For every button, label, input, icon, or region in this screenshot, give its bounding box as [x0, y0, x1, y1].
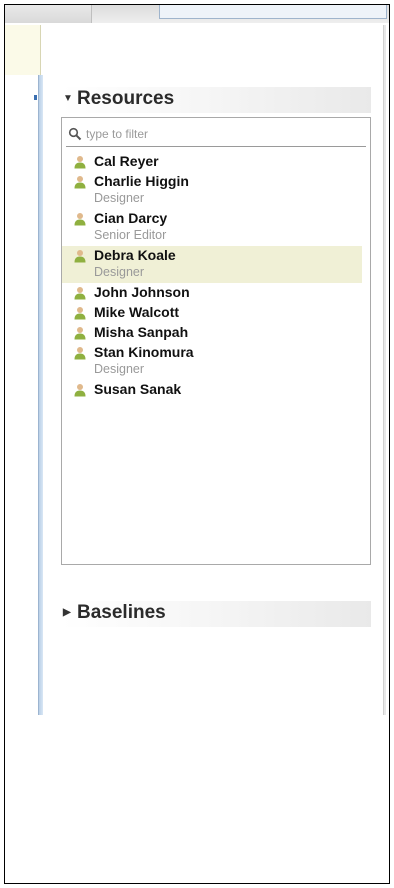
- resource-name: Susan Sanak: [94, 381, 182, 397]
- resource-role: Designer: [94, 362, 145, 376]
- baselines-title: Baselines: [77, 602, 166, 624]
- resource-item[interactable]: Susan Sanak: [62, 380, 370, 400]
- top-field[interactable]: [159, 5, 387, 19]
- person-icon: [74, 287, 86, 300]
- filter-box: [66, 124, 366, 147]
- panel-scrollbar[interactable]: [383, 25, 386, 715]
- resources-list-box: Cal Reyer Charlie Higgin Designer Cian Darc…: [61, 117, 371, 565]
- resources-section-header[interactable]: ▼ Resources: [61, 87, 371, 113]
- person-icon: [74, 176, 86, 189]
- resource-role: Designer: [94, 265, 145, 279]
- resource-item[interactable]: Cal Reyer: [62, 152, 370, 172]
- search-icon: [68, 127, 82, 141]
- caret-right-icon: ▶: [63, 607, 71, 618]
- resource-name: Mike Walcott: [94, 304, 180, 320]
- caret-down-icon: ▼: [63, 93, 73, 104]
- top-toolbar: [5, 5, 389, 23]
- resource-name: Charlie Higgin: [94, 173, 189, 189]
- left-pane-edge: [5, 25, 41, 75]
- resources-title: Resources: [77, 88, 175, 110]
- resource-name: Stan Kinomura: [94, 344, 194, 360]
- resource-item[interactable]: Cian Darcy Senior Editor: [62, 209, 370, 246]
- person-icon: [74, 156, 86, 169]
- resource-name: Misha Sanpah: [94, 324, 189, 340]
- person-icon: [74, 384, 86, 397]
- resource-list: Cal Reyer Charlie Higgin Designer Cian Darc…: [62, 152, 370, 400]
- resource-role: Senior Editor: [94, 228, 167, 242]
- resource-name: John Johnson: [94, 284, 190, 300]
- person-icon: [74, 307, 86, 320]
- right-panel: ▼ Resources Cal Reyer Charlie Higgin Design…: [47, 25, 383, 715]
- resource-name: Cian Darcy: [94, 210, 168, 226]
- person-icon: [74, 213, 86, 226]
- resource-item[interactable]: Charlie Higgin Designer: [62, 172, 370, 209]
- resource-item[interactable]: Stan Kinomura Designer: [62, 343, 370, 380]
- resource-item[interactable]: Misha Sanpah: [62, 323, 370, 343]
- resource-item[interactable]: Mike Walcott: [62, 303, 370, 323]
- left-pane-marker: [34, 95, 37, 100]
- filter-input[interactable]: [86, 126, 356, 142]
- resource-item[interactable]: John Johnson: [62, 283, 370, 303]
- left-pane-scrollbar[interactable]: [38, 75, 43, 715]
- person-icon: [74, 250, 86, 263]
- baselines-section-header[interactable]: ▶ Baselines: [61, 601, 371, 627]
- person-icon: [74, 347, 86, 360]
- person-icon: [74, 327, 86, 340]
- resource-role: Designer: [94, 191, 145, 205]
- top-left-tab[interactable]: [5, 5, 92, 23]
- resource-item[interactable]: Debra Koale Designer: [62, 246, 362, 283]
- resource-name: Debra Koale: [94, 247, 176, 263]
- resource-name: Cal Reyer: [94, 153, 159, 169]
- app-frame: ▸ ▼Resources Cal ReyerCharlie HigginDesi…: [4, 4, 390, 884]
